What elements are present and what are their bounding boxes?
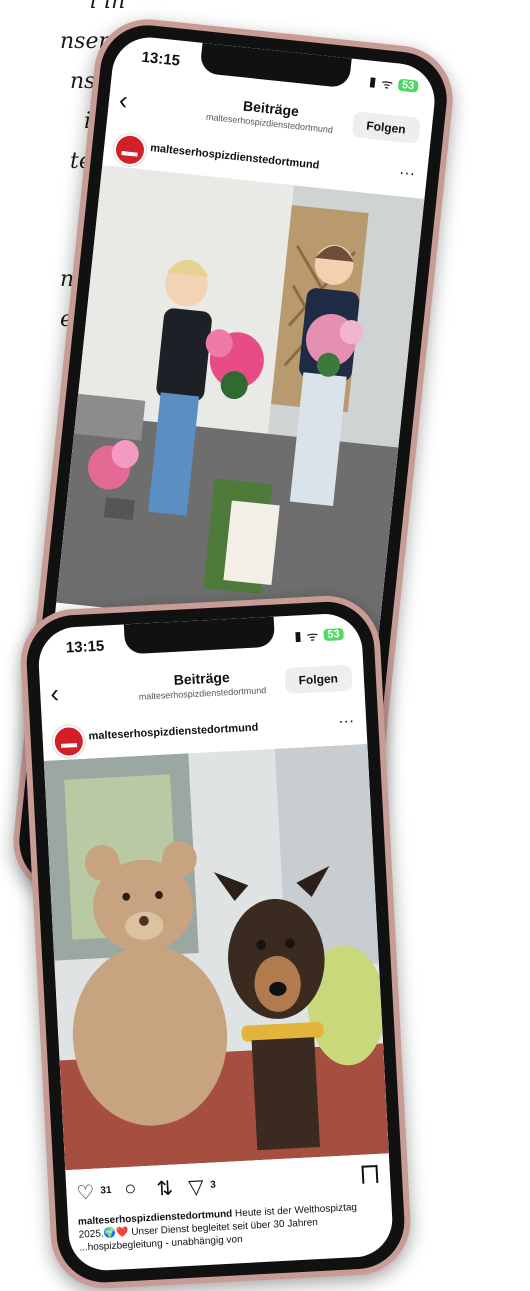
avatar[interactable] bbox=[52, 724, 86, 759]
send-icon[interactable]: ▽ bbox=[188, 1174, 205, 1200]
post-image bbox=[43, 743, 389, 1171]
status-time: 13:15 bbox=[65, 637, 105, 657]
bookmark-icon[interactable] bbox=[361, 1164, 379, 1184]
follow-button[interactable]: Folgen bbox=[283, 664, 353, 695]
photo-women-flowers bbox=[56, 165, 425, 637]
signal-icon: ▮ bbox=[368, 73, 378, 90]
status-time: 13:15 bbox=[140, 48, 181, 70]
phone-mockup-2: 13:15 ▮ ᯤ 53 ‹ Beiträge malteserhospizdi… bbox=[18, 593, 414, 1291]
photo-teddy-dog bbox=[43, 743, 389, 1171]
phone-screen: 13:15 ▮ ᯤ 53 ‹ Beiträge malteserhospizdi… bbox=[36, 612, 395, 1273]
account-name[interactable]: malteserhospizdienstedortmund bbox=[150, 142, 320, 172]
more-options-icon[interactable]: ··· bbox=[398, 164, 416, 184]
comment-icon[interactable]: ○ bbox=[124, 1178, 137, 1202]
phone-notch bbox=[123, 616, 276, 655]
like-count: 31 bbox=[100, 1184, 112, 1197]
battery-icon: 53 bbox=[323, 627, 344, 642]
status-icons: ▮ ᯤ 53 bbox=[294, 625, 344, 646]
account-name[interactable]: malteserhospizdienstedortmund bbox=[88, 722, 258, 743]
signal-icon: ▮ bbox=[293, 628, 302, 644]
post-caption: malteserhospizdienstedortmund Heute ist … bbox=[78, 1200, 382, 1255]
text-line: l in bbox=[90, 0, 126, 14]
avatar[interactable] bbox=[112, 132, 148, 168]
battery-icon: 53 bbox=[397, 78, 419, 93]
heart-icon[interactable]: ♡ bbox=[76, 1180, 95, 1206]
wifi-icon: ᯤ bbox=[380, 75, 394, 92]
share-count: 3 bbox=[209, 1179, 217, 1191]
phone-notch bbox=[199, 42, 352, 89]
post-image bbox=[56, 165, 425, 637]
repost-icon[interactable]: ⇅ bbox=[156, 1176, 174, 1202]
wifi-icon: ᯤ bbox=[306, 628, 319, 644]
action-bar: ♡ 31 ○ ⇅ ▽ 3 bbox=[76, 1164, 379, 1207]
phone-frame: 13:15 ▮ ᯤ 53 ‹ Beiträge malteserhospizdi… bbox=[24, 599, 407, 1285]
status-icons: ▮ ᯤ 53 bbox=[368, 73, 419, 96]
more-options-icon[interactable]: ··· bbox=[338, 713, 355, 732]
nav-bar: ‹ Beiträge malteserhospizdienstedortmund… bbox=[39, 656, 365, 719]
